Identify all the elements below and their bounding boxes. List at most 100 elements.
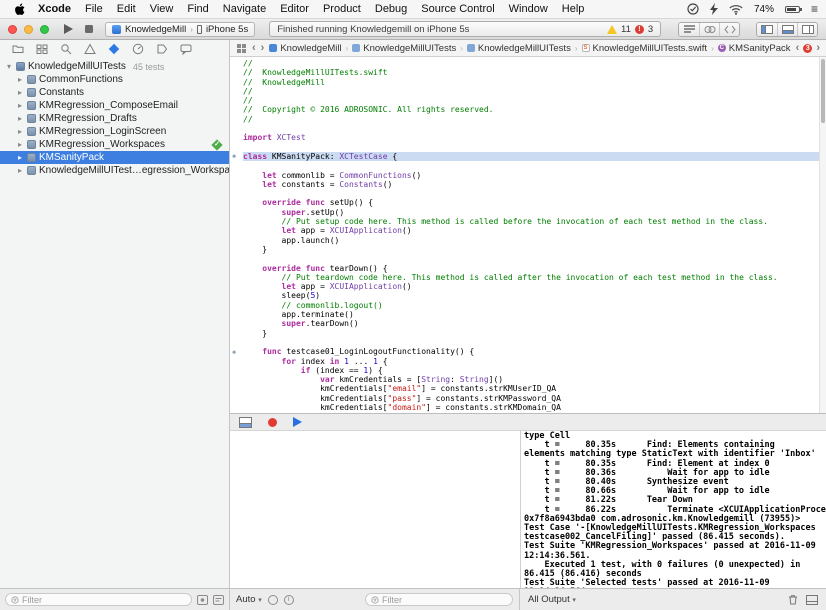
gutter[interactable]	[230, 59, 243, 68]
test-marker-icon[interactable]: ◆	[232, 348, 236, 357]
gutter[interactable]	[230, 310, 243, 319]
menu-item-edit[interactable]: Edit	[110, 3, 143, 15]
sidebar-item-kmregression-drafts[interactable]: ▸ KMRegression_Drafts	[0, 112, 229, 125]
sidebar-item-kmregression-loginscreen[interactable]: ▸ KMRegression_LoginScreen	[0, 125, 229, 138]
variables-scope-popup[interactable]: Auto ▾	[236, 594, 262, 605]
gutter[interactable]	[230, 291, 243, 300]
forward-button[interactable]: ›	[261, 42, 265, 54]
menu-item-product[interactable]: Product	[316, 3, 368, 15]
disclosure-triangle[interactable]: ▸	[16, 127, 24, 136]
gutter[interactable]	[230, 143, 243, 152]
test-marker-icon[interactable]: ◆	[232, 152, 236, 161]
menu-item-view[interactable]: View	[143, 3, 181, 15]
next-issue-button[interactable]: ›	[816, 42, 820, 54]
gutter[interactable]	[230, 254, 243, 263]
breadcrumb-item-0[interactable]: KnowledgeMill	[269, 43, 342, 54]
menu-item-navigate[interactable]: Navigate	[216, 3, 273, 15]
charging-bolt-icon[interactable]	[709, 3, 718, 15]
gutter[interactable]	[230, 394, 243, 403]
toggle-navigator-button[interactable]	[757, 22, 777, 36]
sidebar-item-kmregression-workspaces[interactable]: ▸ KMRegression_Workspaces ✓	[0, 138, 229, 151]
flat-hierarchical-toggle-icon[interactable]	[267, 594, 278, 605]
gutter[interactable]	[230, 282, 243, 291]
navigator-filter-field[interactable]: Filter	[5, 593, 192, 606]
sidebar-item-kmsanitypack[interactable]: ▸ KMSanityPack	[0, 151, 229, 164]
sidebar-item-kmregression-composeemail[interactable]: ▸ KMRegression_ComposeEmail	[0, 99, 229, 112]
continue-execution-button[interactable]	[293, 417, 302, 427]
show-recent-tests-icon[interactable]	[213, 594, 224, 605]
gutter[interactable]	[230, 198, 243, 207]
gutter[interactable]	[230, 180, 243, 189]
gutter[interactable]	[230, 273, 243, 282]
gutter[interactable]	[230, 96, 243, 105]
disclosure-triangle[interactable]: ▾	[5, 62, 13, 71]
zoom-window-button[interactable]	[40, 24, 49, 34]
console-scope-popup[interactable]: All Output ▾	[528, 594, 576, 605]
gutter[interactable]	[230, 264, 243, 273]
standard-editor-button[interactable]	[679, 22, 699, 36]
gutter[interactable]	[230, 68, 243, 77]
related-items-icon[interactable]	[236, 43, 247, 54]
breadcrumb-item-1[interactable]: KnowledgeMillUITests	[352, 43, 456, 54]
trash-icon[interactable]	[788, 594, 798, 605]
variables-view[interactable]	[230, 431, 520, 588]
test-navigator-tab[interactable]	[108, 43, 120, 55]
run-button[interactable]	[64, 24, 73, 34]
gutter[interactable]	[230, 208, 243, 217]
check-circle-status-icon[interactable]	[687, 3, 699, 15]
gutter[interactable]: ◆	[230, 347, 243, 356]
variables-filter-field[interactable]: Filter	[365, 593, 513, 606]
gutter[interactable]	[230, 105, 243, 114]
gutter[interactable]	[230, 161, 243, 170]
breadcrumb-item-2[interactable]: KnowledgeMillUITests	[466, 43, 571, 54]
wifi-icon[interactable]	[729, 4, 743, 15]
disclosure-triangle[interactable]: ▸	[16, 166, 24, 175]
gutter[interactable]	[230, 189, 243, 198]
warning-count[interactable]: 11	[621, 24, 631, 35]
menu-item-file[interactable]: File	[78, 3, 110, 15]
gutter[interactable]	[230, 245, 243, 254]
menu-item-help[interactable]: Help	[555, 3, 592, 15]
sidebar-item-commonfunctions[interactable]: ▸ CommonFunctions	[0, 73, 229, 86]
activity-viewer[interactable]: Finished running Knowledgemill on iPhone…	[269, 21, 662, 37]
version-editor-button[interactable]	[719, 22, 739, 36]
scheme-selector[interactable]: KnowledgeMill › iPhone 5s	[105, 21, 256, 37]
minimize-window-button[interactable]	[24, 24, 33, 34]
disclosure-triangle[interactable]: ▸	[16, 88, 24, 97]
sidebar-item-constants[interactable]: ▸ Constants	[0, 86, 229, 99]
source-editor[interactable]: //// KnowledgeMillUITests.swift// Knowle…	[230, 57, 826, 413]
gutter[interactable]	[230, 301, 243, 310]
menu-item-source-control[interactable]: Source Control	[414, 3, 501, 15]
disclosure-triangle[interactable]: ▸	[16, 153, 24, 162]
assistant-editor-button[interactable]	[699, 22, 719, 36]
disclosure-triangle[interactable]: ▸	[16, 75, 24, 84]
gutter[interactable]	[230, 133, 243, 142]
hide-debug-area-icon[interactable]	[239, 416, 252, 428]
record-ui-test-button[interactable]	[268, 417, 277, 427]
editor-scrollbar[interactable]	[819, 57, 826, 413]
battery-icon[interactable]	[784, 5, 802, 13]
error-count[interactable]: 3	[648, 24, 653, 35]
gutter[interactable]	[230, 319, 243, 328]
breadcrumb-item-3[interactable]: S KnowledgeMillUITests.swift	[581, 43, 707, 54]
apple-menu[interactable]	[8, 2, 31, 16]
disclosure-triangle[interactable]: ▸	[16, 140, 24, 149]
gutter[interactable]	[230, 171, 243, 180]
breakpoint-navigator-tab[interactable]	[156, 43, 168, 55]
gutter[interactable]	[230, 217, 243, 226]
show-only-failed-tests-icon[interactable]	[197, 594, 208, 605]
disclosure-triangle[interactable]: ▸	[16, 114, 24, 123]
breadcrumb-item-4[interactable]: C KMSanityPack	[717, 43, 791, 54]
symbol-navigator-tab[interactable]	[36, 43, 48, 55]
gutter[interactable]	[230, 124, 243, 133]
console-pane-icon[interactable]	[806, 594, 818, 605]
sidebar-item-knowledgemilluitests[interactable]: ▾ KnowledgeMillUITests 45 tests	[0, 60, 229, 73]
scrollbar-thumb[interactable]	[821, 59, 825, 123]
menu-item-xcode[interactable]: Xcode	[31, 3, 78, 15]
gutter[interactable]	[230, 78, 243, 87]
gutter[interactable]	[230, 403, 243, 412]
menu-item-debug[interactable]: Debug	[368, 3, 414, 15]
report-navigator-tab[interactable]	[180, 43, 192, 55]
debug-navigator-tab[interactable]	[132, 43, 144, 55]
disclosure-triangle[interactable]: ▸	[16, 101, 24, 110]
